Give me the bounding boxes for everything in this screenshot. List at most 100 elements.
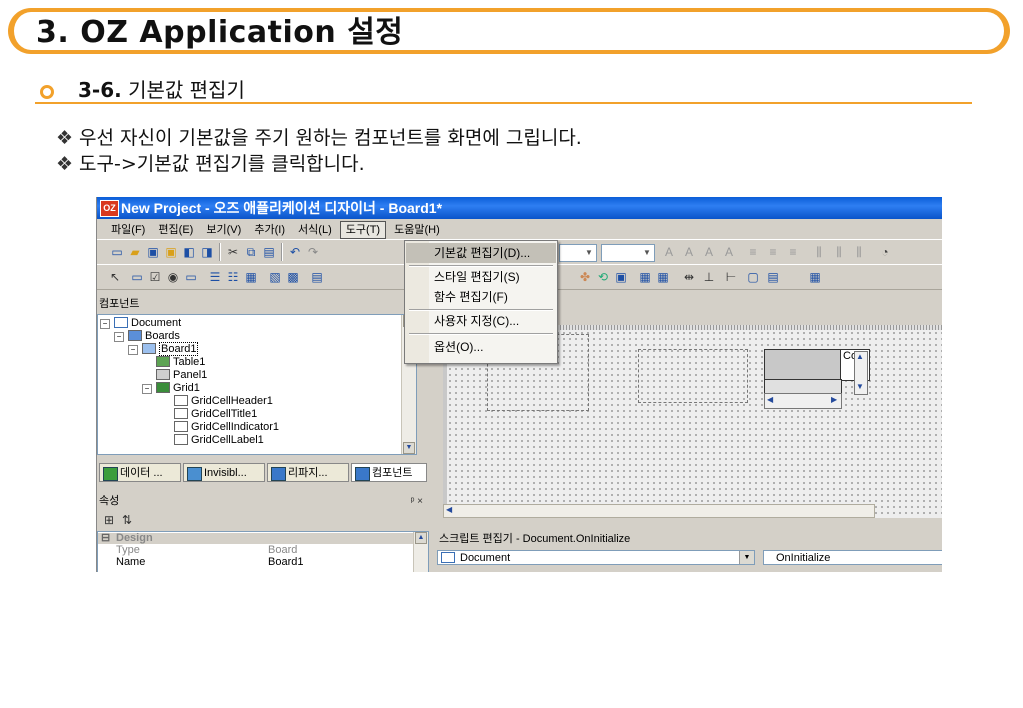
property-row-name[interactable]: Name Board1 <box>98 557 414 568</box>
redo-icon[interactable]: ↷ <box>305 244 321 260</box>
menu-item-options[interactable]: 옵션(O)... <box>406 337 556 357</box>
grid-icon <box>156 382 170 393</box>
tab-invisible[interactable]: Invisibl... <box>183 463 265 482</box>
grid-tool-icon[interactable]: ▩ <box>285 269 301 285</box>
tab-component[interactable]: 컴포넌트 <box>351 463 427 482</box>
underline-a-icon[interactable]: A <box>701 244 717 260</box>
move-icon[interactable]: ⇹ <box>681 269 697 285</box>
checkbox-tool-icon[interactable]: ☑ <box>147 269 163 285</box>
tree-node-table1[interactable]: Table1 <box>156 356 205 369</box>
tree-node-gridcelllabel1[interactable]: GridCellLabel1 <box>174 434 264 447</box>
categorized-icon[interactable]: ⊞ <box>101 512 117 528</box>
menu-edit[interactable]: 편집(E) <box>153 221 198 239</box>
tree-node-gridcellheader1[interactable]: GridCellHeader1 <box>174 395 273 408</box>
boards-icon <box>128 330 142 341</box>
scroll-down-icon[interactable]: ▼ <box>403 442 415 454</box>
table-icon <box>156 356 170 367</box>
fill-color-icon[interactable]: ◔ <box>877 244 893 260</box>
save-all-icon[interactable]: ▣ <box>163 244 179 260</box>
property-section-design[interactable]: ⊟ Design <box>98 533 414 544</box>
bold-a-icon[interactable]: A <box>661 244 677 260</box>
menu-item-function-editor[interactable]: 함수 편집기(F) <box>406 287 556 307</box>
height-icon[interactable]: ⊢ <box>723 269 739 285</box>
menu-tools[interactable]: 도구(T) <box>339 221 387 239</box>
menu-separator <box>409 333 553 335</box>
grid-hscroll[interactable]: ◀ ▶ <box>764 393 842 409</box>
list-tool-icon[interactable]: ☰ <box>207 269 223 285</box>
table-tool-icon[interactable]: ▦ <box>243 269 259 285</box>
cut-icon[interactable]: ✂ <box>225 244 241 260</box>
size-icon[interactable]: ⊥ <box>701 269 717 285</box>
tree-node-board1[interactable]: − Board1 <box>128 342 199 356</box>
plugin-icon[interactable]: ✤ <box>577 269 593 285</box>
font-size-combo[interactable]: ▼ <box>601 244 655 262</box>
italic-a-icon[interactable]: A <box>681 244 697 260</box>
menu-item-style-editor[interactable]: 스타일 편집기(S) <box>406 267 556 287</box>
preview-icon[interactable]: ◧ <box>181 244 197 260</box>
pin-close-icon[interactable]: ᵖ × <box>411 494 423 509</box>
strike-a-icon[interactable]: A <box>721 244 737 260</box>
gridcell-icon <box>174 421 188 432</box>
image-tool-icon[interactable]: ▧ <box>267 269 283 285</box>
form-icon[interactable]: ▦ <box>655 269 671 285</box>
layout-icon[interactable]: ▢ <box>745 269 761 285</box>
oz-viewer-icon[interactable]: ▣ <box>613 269 629 285</box>
valign-top-icon[interactable]: ⫼ <box>811 244 827 260</box>
valign-bottom-icon[interactable]: ⫼ <box>851 244 867 260</box>
align-center-icon[interactable]: ≡ <box>765 244 781 260</box>
tab-repository[interactable]: 리파지... <box>267 463 349 482</box>
align-right-icon[interactable]: ≡ <box>785 244 801 260</box>
menu-bar: 파일(F) 편집(E) 보기(V) 추가(I) 서식(L) 도구(T) 도움말(… <box>97 221 942 239</box>
gridcell-icon <box>174 434 188 445</box>
combo-tool-icon[interactable]: ☷ <box>225 269 241 285</box>
menu-file[interactable]: 파일(F) <box>106 221 150 239</box>
gridcell-icon <box>174 395 188 406</box>
radio-tool-icon[interactable]: ◉ <box>165 269 181 285</box>
font-combo[interactable]: ▼ <box>559 244 597 262</box>
scroll-up-icon[interactable]: ▲ <box>415 532 427 544</box>
panel-component[interactable] <box>638 349 748 403</box>
script-event-select[interactable]: OnInitialize <box>763 550 942 565</box>
export-icon[interactable]: ▦ <box>807 269 823 285</box>
tree-node-gridcellindicator1[interactable]: GridCellIndicator1 <box>174 421 279 434</box>
tree-node-panel1[interactable]: Panel1 <box>156 369 207 382</box>
menu-help[interactable]: 도움말(H) <box>389 221 445 239</box>
edit-tool-icon[interactable]: ▤ <box>309 269 325 285</box>
calendar-icon[interactable]: ▦ <box>637 269 653 285</box>
pointer-icon[interactable]: ↖ <box>107 269 123 285</box>
menu-insert[interactable]: 추가(I) <box>249 221 290 239</box>
property-row-type[interactable]: Type Board <box>98 545 414 556</box>
paste-icon[interactable]: ▤ <box>261 244 277 260</box>
label-tool-icon[interactable]: ▭ <box>129 269 145 285</box>
new-file-icon[interactable]: ▭ <box>109 244 125 260</box>
undo-icon[interactable]: ↶ <box>287 244 303 260</box>
bullet-item-2: ❖ 도구->기본값 편집기를 클릭합니다. <box>56 152 365 176</box>
canvas-horizontal-scrollbar[interactable]: ◀ <box>443 504 875 518</box>
copy-icon[interactable]: ⧉ <box>243 244 259 260</box>
tab-data[interactable]: 데이터 ... <box>99 463 181 482</box>
menu-format[interactable]: 서식(L) <box>293 221 337 239</box>
layout2-icon[interactable]: ▤ <box>765 269 781 285</box>
menu-item-customize[interactable]: 사용자 지정(C)... <box>406 311 556 331</box>
menu-item-default-value-editor[interactable]: 기본값 편집기(D)... <box>406 243 556 263</box>
sort-az-icon[interactable]: ⇅ <box>119 512 135 528</box>
valign-middle-icon[interactable]: ⫼ <box>831 244 847 260</box>
subtitle-bullet-icon <box>40 85 54 99</box>
publish-icon[interactable]: ◨ <box>199 244 215 260</box>
tree-node-document[interactable]: − Document <box>100 317 181 330</box>
menu-view[interactable]: 보기(V) <box>201 221 246 239</box>
grid-vscroll[interactable]: ▲ ▼ <box>854 351 868 395</box>
tree-node-gridcelltitle1[interactable]: GridCellTitle1 <box>174 408 257 421</box>
property-scrollbar[interactable]: ▲ <box>413 532 428 572</box>
script-object-select[interactable]: Document ▼ <box>437 550 755 565</box>
save-icon[interactable]: ▣ <box>145 244 161 260</box>
subtitle-number: 3-6. <box>78 78 122 102</box>
grid-component[interactable]: Co ◀ ▶ ▲ ▼ <box>764 349 870 409</box>
chevron-down-icon: ▼ <box>739 551 754 564</box>
align-left-icon[interactable]: ≡ <box>745 244 761 260</box>
refresh-icon[interactable]: ⟲ <box>595 269 611 285</box>
button-tool-icon[interactable]: ▭ <box>183 269 199 285</box>
panel-tabs: 데이터 ... Invisibl... 리파지... 컴포넌트 <box>97 463 427 483</box>
open-folder-icon[interactable]: ▰ <box>127 244 143 260</box>
tree-node-grid1[interactable]: − Grid1 <box>142 382 200 395</box>
